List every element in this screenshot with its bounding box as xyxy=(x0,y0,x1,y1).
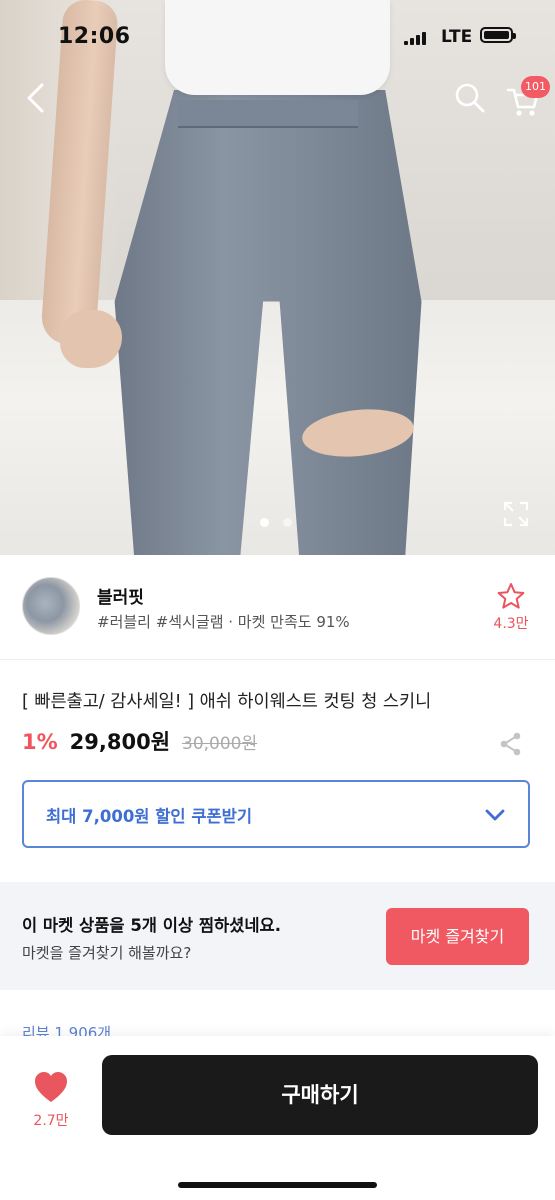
image-waistband xyxy=(178,100,358,128)
signal-icon xyxy=(404,31,426,45)
product-title: [ 빠른출고/ 감사세일! ] 애쉬 하이웨스트 컷팅 청 스키니 xyxy=(22,692,432,712)
back-button[interactable] xyxy=(18,78,58,118)
banner-headline: 이 마켓 상품을 5개 이상 찜하셨네요. xyxy=(22,916,281,935)
network-label: LTE xyxy=(441,27,473,47)
chevron-down-icon xyxy=(485,809,505,821)
seller-row[interactable]: 블러핏 #러블리 #섹시글램 · 마켓 만족도 91% 4.3만 xyxy=(0,555,555,660)
share-icon xyxy=(500,732,521,756)
cart-count-badge: 101 xyxy=(521,76,550,98)
seller-avatar[interactable] xyxy=(22,577,80,635)
search-button[interactable] xyxy=(452,80,488,116)
like-button[interactable] xyxy=(33,1070,69,1104)
coupon-button[interactable]: 최대 7,000원 할인 쿠폰받기 xyxy=(22,780,530,848)
seller-name[interactable]: 블러핏 xyxy=(97,583,144,608)
market-favorite-count: 4.3만 xyxy=(493,616,529,632)
expand-image-button[interactable] xyxy=(502,500,530,528)
heart-icon xyxy=(35,1072,67,1102)
search-icon xyxy=(455,83,485,113)
pagination-dot xyxy=(283,518,292,527)
star-outline-icon xyxy=(497,583,525,609)
original-price: 30,000원 xyxy=(182,734,258,754)
sale-price: 29,800원 xyxy=(69,730,171,754)
like-count: 2.7만 xyxy=(33,1113,69,1129)
buy-button[interactable]: 구매하기 xyxy=(102,1055,538,1135)
coupon-label: 최대 7,000원 할인 쿠폰받기 xyxy=(46,807,253,826)
status-bar: 12:06 LTE xyxy=(0,0,555,70)
discount-rate: 1% xyxy=(22,730,58,754)
battery-icon xyxy=(480,27,516,43)
chevron-left-icon xyxy=(27,83,44,113)
price-row: 1% 29,800원 30,000원 xyxy=(22,726,257,758)
market-favorite-banner: 이 마켓 상품을 5개 이상 찜하셨네요. 마켓을 즐겨찾기 해볼까요? 마켓 … xyxy=(0,882,555,990)
pagination-dot-active xyxy=(260,518,269,527)
market-favorite-button[interactable] xyxy=(496,581,526,611)
bottom-action-bar: 2.7만 구매하기 xyxy=(0,1036,555,1200)
image-pagination xyxy=(260,518,292,527)
expand-icon xyxy=(503,501,529,527)
banner-subtext: 마켓을 즐겨찾기 해볼까요? xyxy=(22,944,192,962)
market-favorite-cta-button[interactable]: 마켓 즐겨찾기 xyxy=(386,908,529,965)
seller-tags: #러블리 #섹시글램 · 마켓 만족도 91% xyxy=(97,613,350,631)
home-indicator xyxy=(178,1182,377,1188)
share-button[interactable] xyxy=(498,731,524,757)
status-time: 12:06 xyxy=(58,24,131,49)
